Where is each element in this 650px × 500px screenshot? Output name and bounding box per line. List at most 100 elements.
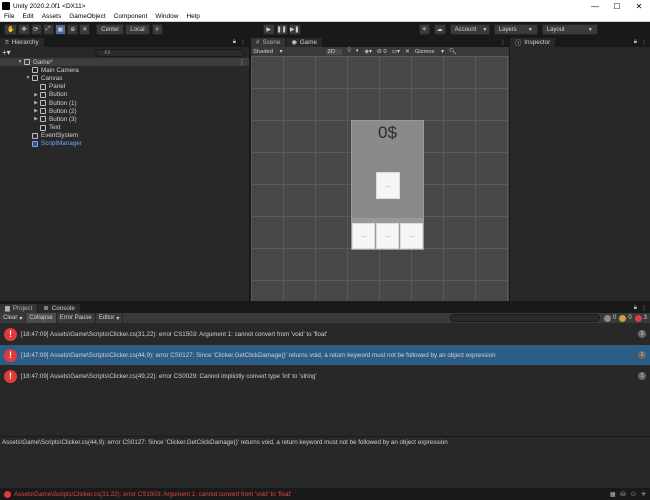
kebab-menu-icon[interactable]: ⋮ xyxy=(240,39,246,46)
transform-tool-icon[interactable]: ⊕ xyxy=(67,24,79,35)
unity-logo-icon xyxy=(2,2,10,10)
view-2d-toggle[interactable]: 2D xyxy=(325,48,342,55)
pivot-center-button[interactable]: Center xyxy=(96,24,125,35)
progress-icon[interactable]: ▦ xyxy=(610,491,616,498)
log-count-toggle[interactable]: 0 xyxy=(603,314,616,322)
tab-console[interactable]: ≣ Console xyxy=(38,304,81,313)
layers-dropdown[interactable]: Layers ▼ xyxy=(493,24,538,35)
rect-tool-icon[interactable]: ▣ xyxy=(54,24,67,35)
effects-icon[interactable]: ◈▾ xyxy=(365,49,372,55)
menu-assets[interactable]: Assets xyxy=(38,13,66,20)
expand-arrow-icon[interactable]: ▼ xyxy=(16,59,24,65)
status-message[interactable]: Assets\Game\Scripts\Clicker.cs(31,22): e… xyxy=(4,490,291,498)
hierarchy-item[interactable]: Main Camera xyxy=(0,66,249,74)
kebab-menu-icon[interactable]: ⋮ xyxy=(239,59,245,66)
error-count-toggle[interactable]: 3 xyxy=(634,314,647,322)
lock-icon[interactable]: 🔒︎ xyxy=(634,305,637,312)
hierarchy-item[interactable]: EventSystem xyxy=(0,132,249,140)
grid-snap-icon[interactable]: # xyxy=(151,24,163,35)
layout-dropdown[interactable]: Layout ▼ xyxy=(541,24,598,35)
menu-edit[interactable]: Edit xyxy=(18,13,37,20)
cloud-icon[interactable]: ☁ xyxy=(433,24,446,35)
tab-console-label: Console xyxy=(51,305,75,312)
kebab-menu-icon[interactable]: ⋮ xyxy=(500,39,506,46)
scene-row[interactable]: ▼ Game* ⋮ xyxy=(0,58,249,67)
account-dropdown[interactable]: Account ▼ xyxy=(449,24,490,35)
menu-gameobject[interactable]: GameObject xyxy=(65,13,110,20)
tools-icon[interactable]: ✕ xyxy=(405,49,410,55)
log-entry-text: [18:47:09] Assets\Game\Scripts\Clicker.c… xyxy=(21,372,317,380)
hierarchy-item[interactable]: ▶ Button (1) xyxy=(0,99,249,107)
custom-tool-icon[interactable]: ✕ xyxy=(79,24,91,35)
tab-inspector[interactable]: ⓘ Inspector xyxy=(510,38,557,47)
maximize-button[interactable]: ☐ xyxy=(606,2,628,11)
expand-arrow-icon[interactable]: ▶ xyxy=(32,116,40,122)
status-bar: Assets\Game\Scripts\Clicker.cs(31,22): e… xyxy=(0,488,650,500)
debug-toggle-icon[interactable]: ✳ xyxy=(641,491,646,498)
log-entry-selected[interactable]: ! [18:47:09] Assets\Game\Scripts\Clicker… xyxy=(0,345,650,365)
close-button[interactable]: ✕ xyxy=(628,2,650,11)
hierarchy-item[interactable]: Text xyxy=(0,124,249,132)
hierarchy-item[interactable]: ▶ Button (3) xyxy=(0,115,249,123)
hand-tool-icon[interactable]: ✋ xyxy=(4,24,18,35)
expand-arrow-icon[interactable]: ▶ xyxy=(32,108,40,114)
menu-component[interactable]: Component xyxy=(110,13,152,20)
add-icon[interactable]: +▾ xyxy=(2,48,11,57)
play-icon[interactable]: ▶ xyxy=(262,24,275,35)
warning-count-toggle[interactable]: 0 xyxy=(619,314,632,322)
hierarchy-item[interactable]: ▶ Button (2) xyxy=(0,107,249,115)
folder-icon: ▆ xyxy=(5,305,10,312)
clear-button[interactable]: Clear ▾ xyxy=(0,313,27,323)
lock-icon[interactable]: 🔒︎ xyxy=(634,39,637,46)
hierarchy-item[interactable]: ▼ Canvas xyxy=(0,74,249,82)
error-pause-toggle[interactable]: Error Pause xyxy=(57,313,96,323)
console-search-input[interactable] xyxy=(449,314,600,322)
collab-icon[interactable]: ✳ xyxy=(418,24,430,35)
game-canvas[interactable]: 0$ ... ... ... ... xyxy=(251,56,509,301)
editor-dropdown[interactable]: Editor ▾ xyxy=(96,313,124,323)
click-button[interactable]: ... xyxy=(376,172,400,199)
scale-tool-icon[interactable]: ⤢ xyxy=(42,24,54,35)
collapse-toggle[interactable]: Collapse xyxy=(26,313,57,323)
upgrade-button-1[interactable]: ... xyxy=(352,223,375,249)
menu-file[interactable]: File xyxy=(0,13,18,20)
tab-game[interactable]: ◉ Game xyxy=(286,38,324,47)
minimize-button[interactable]: — xyxy=(584,2,606,11)
expand-arrow-icon[interactable]: ▶ xyxy=(32,92,40,98)
step-icon[interactable]: ▶❚ xyxy=(288,24,301,35)
log-entry[interactable]: ! [18:47:09] Assets\Game\Scripts\Clicker… xyxy=(0,366,650,386)
rotate-tool-icon[interactable]: ⟳ xyxy=(30,24,42,35)
upgrade-button-2[interactable]: ... xyxy=(376,223,399,249)
gizmos-dropdown[interactable]: Gizmos ▾ xyxy=(415,49,444,55)
lock-icon[interactable]: 🔒︎ xyxy=(233,39,236,46)
log-entry[interactable]: ! [18:47:09] Assets\Game\Scripts\Clicker… xyxy=(0,324,650,344)
kebab-menu-icon[interactable]: ⋮ xyxy=(641,305,647,312)
menu-window[interactable]: Window xyxy=(151,13,182,20)
tab-hierarchy[interactable]: ≡ Hierarchy xyxy=(0,38,45,47)
space-local-button[interactable]: Local xyxy=(125,24,150,35)
hierarchy-search-input[interactable]: All xyxy=(95,48,245,57)
tab-project[interactable]: ▆ Project xyxy=(0,304,39,313)
expand-arrow-icon[interactable]: ▶ xyxy=(32,100,40,106)
tab-scene[interactable]: # Scene xyxy=(251,38,287,47)
hidden-objects-icon[interactable]: ⊘ 0 xyxy=(377,49,387,55)
log-detail-pane[interactable]: Assets\Game\Scripts\Clicker.cs(44,9): er… xyxy=(0,436,650,488)
lighting-icon[interactable]: 💡︎ xyxy=(347,48,351,55)
error-count: 3 xyxy=(643,315,647,321)
pause-icon[interactable]: ❚❚ xyxy=(275,24,288,35)
shading-dropdown[interactable]: Shaded ▾ xyxy=(253,49,283,55)
move-tool-icon[interactable]: ✥ xyxy=(18,24,30,35)
expand-arrow-icon[interactable]: ▼ xyxy=(24,75,32,81)
audio-icon[interactable]: 🔈︎ xyxy=(356,48,359,55)
hierarchy-item[interactable]: ▶ Button xyxy=(0,91,249,99)
menu-help[interactable]: Help xyxy=(182,13,203,20)
upgrade-button-3[interactable]: ... xyxy=(400,223,423,249)
hierarchy-item[interactable]: Panel xyxy=(0,83,249,91)
network-icon[interactable]: ⚇ xyxy=(631,491,636,498)
search-icon[interactable]: 🔍︎ xyxy=(449,49,456,55)
kebab-menu-icon[interactable]: ⋮ xyxy=(641,39,647,46)
log-entry-text: [18:47:09] Assets\Game\Scripts\Clicker.c… xyxy=(21,330,328,338)
hierarchy-item[interactable]: ScriptManager xyxy=(0,140,249,148)
camera-icon[interactable]: ▭▾ xyxy=(392,49,400,55)
cache-server-icon[interactable]: ⛁ xyxy=(621,491,626,498)
